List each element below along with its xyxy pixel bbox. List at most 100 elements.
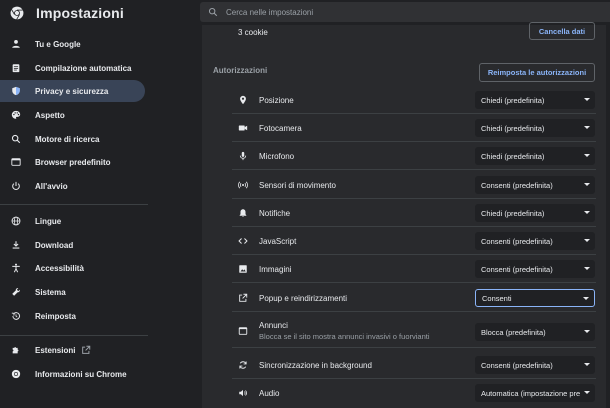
- permission-label: Posizione: [259, 96, 294, 105]
- puzzle-icon: [12, 347, 19, 354]
- permission-select[interactable]: Chiedi (predefinita): [475, 204, 595, 222]
- sync-icon: [239, 361, 247, 369]
- sidebar-item-autofill[interactable]: Compilazione automatica: [0, 57, 145, 79]
- sensors-icon: [238, 181, 248, 189]
- row-divider: [232, 347, 596, 348]
- microphone-icon: [239, 151, 247, 161]
- permission-row-ads[interactable]: Annunci Blocca se il sito mostra annunci…: [202, 315, 606, 348]
- permission-select[interactable]: Automatica (impostazione pre: [475, 384, 595, 402]
- sidebar-item-label: Estensioni: [35, 345, 76, 355]
- search-icon: [208, 7, 218, 17]
- speaker-icon: [239, 389, 247, 397]
- sidebar-item-extensions[interactable]: Estensioni: [0, 339, 145, 361]
- sidebar-item-label: Download: [35, 240, 74, 250]
- cookie-count: 3 cookie: [238, 28, 268, 37]
- sidebar-item-system[interactable]: Sistema: [0, 281, 145, 303]
- sidebar-item-privacy[interactable]: Privacy e sicurezza: [0, 80, 145, 102]
- permission-row-popups[interactable]: Popup e reindirizzamenti Consenti: [202, 284, 606, 312]
- sidebar-item-label: Reimposta: [35, 311, 76, 321]
- row-divider: [232, 311, 596, 312]
- open-in-new-icon: [239, 293, 248, 302]
- sidebar-item-about-chrome[interactable]: Informazioni su Chrome: [0, 363, 145, 385]
- chevron-down-icon: [584, 391, 590, 394]
- permission-row-javascript[interactable]: JavaScript Consenti (predefinita): [202, 227, 606, 255]
- sidebar-item-reset[interactable]: Reimposta: [0, 305, 145, 327]
- sidebar-item-label: Aspetto: [35, 110, 65, 120]
- select-value: Blocca (predefinita): [481, 327, 546, 337]
- sidebar-item-downloads[interactable]: Download: [0, 234, 145, 256]
- permission-select[interactable]: Chiedi (predefinita): [475, 119, 595, 137]
- sidebar-item-search-engine[interactable]: Motore di ricerca: [0, 128, 145, 150]
- bell-icon: [239, 209, 247, 218]
- sidebar-item-you-and-google[interactable]: Tu e Google: [0, 33, 145, 55]
- permission-label: Microfono: [259, 152, 295, 161]
- permission-label: JavaScript: [259, 237, 297, 246]
- select-value: Chiedi (predefinita): [481, 95, 545, 105]
- chevron-down-icon: [584, 267, 590, 270]
- image-icon: [239, 265, 247, 273]
- location-icon: [240, 95, 246, 105]
- permission-select[interactable]: Chiedi (predefinita): [475, 147, 595, 165]
- sidebar-item-label: Accessibilità: [35, 263, 84, 273]
- search-icon: [11, 134, 21, 144]
- sidebar-divider: [0, 204, 148, 205]
- code-icon: [238, 238, 248, 244]
- permission-select[interactable]: Blocca (predefinita): [475, 323, 595, 341]
- shield-icon: [12, 86, 20, 96]
- permission-select[interactable]: Consenti (predefinita): [475, 356, 595, 374]
- chevron-down-icon: [584, 183, 590, 186]
- permission-label: Annunci: [259, 321, 288, 330]
- sidebar-item-label: Compilazione automatica: [35, 63, 132, 73]
- sidebar-item-label: Lingue: [35, 216, 62, 226]
- permission-select[interactable]: Consenti (predefinita): [475, 260, 595, 278]
- permission-select[interactable]: Chiedi (predefinita): [475, 91, 595, 109]
- select-value: Chiedi (predefinita): [481, 208, 545, 218]
- permission-select[interactable]: Consenti (predefinita): [475, 232, 595, 250]
- permission-row-sound[interactable]: Audio Automatica (impostazione pre: [202, 379, 606, 407]
- sidebar-item-appearance[interactable]: Aspetto: [0, 104, 145, 126]
- permission-select[interactable]: Consenti (predefinita): [475, 176, 595, 194]
- page-title: Impostazioni: [36, 4, 124, 21]
- person-icon: [12, 40, 20, 48]
- select-value: Consenti (predefinita): [481, 264, 553, 274]
- scrollbar[interactable]: [606, 25, 610, 408]
- chrome-logo-icon: [10, 6, 24, 20]
- permission-row-motion-sensors[interactable]: Sensori di movimento Consenti (predefini…: [202, 171, 606, 199]
- permission-row-background-sync[interactable]: Sincronizzazione in background Consenti …: [202, 351, 606, 379]
- clear-data-button[interactable]: Cancella dati: [529, 22, 595, 40]
- permission-label: Fotocamera: [259, 124, 302, 133]
- sidebar-item-default-browser[interactable]: Browser predefinito: [0, 151, 145, 173]
- permission-description: Blocca se il sito mostra annunci invasiv…: [259, 332, 430, 341]
- chevron-down-icon: [584, 211, 590, 214]
- chevron-down-icon: [584, 126, 590, 129]
- permission-select[interactable]: Consenti: [475, 289, 595, 307]
- permission-row-images[interactable]: Immagini Consenti (predefinita): [202, 255, 606, 283]
- sidebar-item-on-startup[interactable]: All'avvio: [0, 175, 145, 197]
- section-title: Autorizzazioni: [213, 66, 268, 75]
- search-bar[interactable]: [200, 2, 610, 22]
- power-icon: [12, 181, 20, 190]
- chevron-down-icon: [584, 330, 590, 333]
- permission-row-microphone[interactable]: Microfono Chiedi (predefinita): [202, 142, 606, 170]
- search-input[interactable]: [226, 7, 526, 17]
- sidebar-item-label: Privacy e sicurezza: [35, 86, 109, 96]
- sidebar-divider: [0, 335, 148, 336]
- reset-permissions-button[interactable]: Reimposta le autorizzazioni: [479, 63, 595, 82]
- select-value: Automatica (impostazione pre: [481, 388, 581, 398]
- sidebar-item-label: Informazioni su Chrome: [35, 369, 127, 379]
- top-header: Impostazioni: [0, 0, 610, 25]
- chevron-down-icon: [584, 98, 590, 101]
- permission-row-location[interactable]: Posizione Chiedi (predefinita): [202, 86, 606, 114]
- sidebar-item-accessibility[interactable]: Accessibilità: [0, 257, 145, 279]
- permission-row-notifications[interactable]: Notifiche Chiedi (predefinita): [202, 199, 606, 227]
- brand: Impostazioni: [0, 5, 200, 21]
- permission-label: Popup e reindirizzamenti: [259, 294, 348, 303]
- select-value: Chiedi (predefinita): [481, 123, 545, 133]
- permission-row-camera[interactable]: Fotocamera Chiedi (predefinita): [202, 114, 606, 142]
- chevron-down-icon: [583, 297, 589, 300]
- clipboard-icon: [12, 64, 20, 73]
- sidebar-item-label: Motore di ricerca: [35, 134, 100, 144]
- sidebar-item-languages[interactable]: Lingue: [0, 210, 145, 232]
- row-divider: [232, 282, 596, 283]
- palette-icon: [11, 110, 21, 119]
